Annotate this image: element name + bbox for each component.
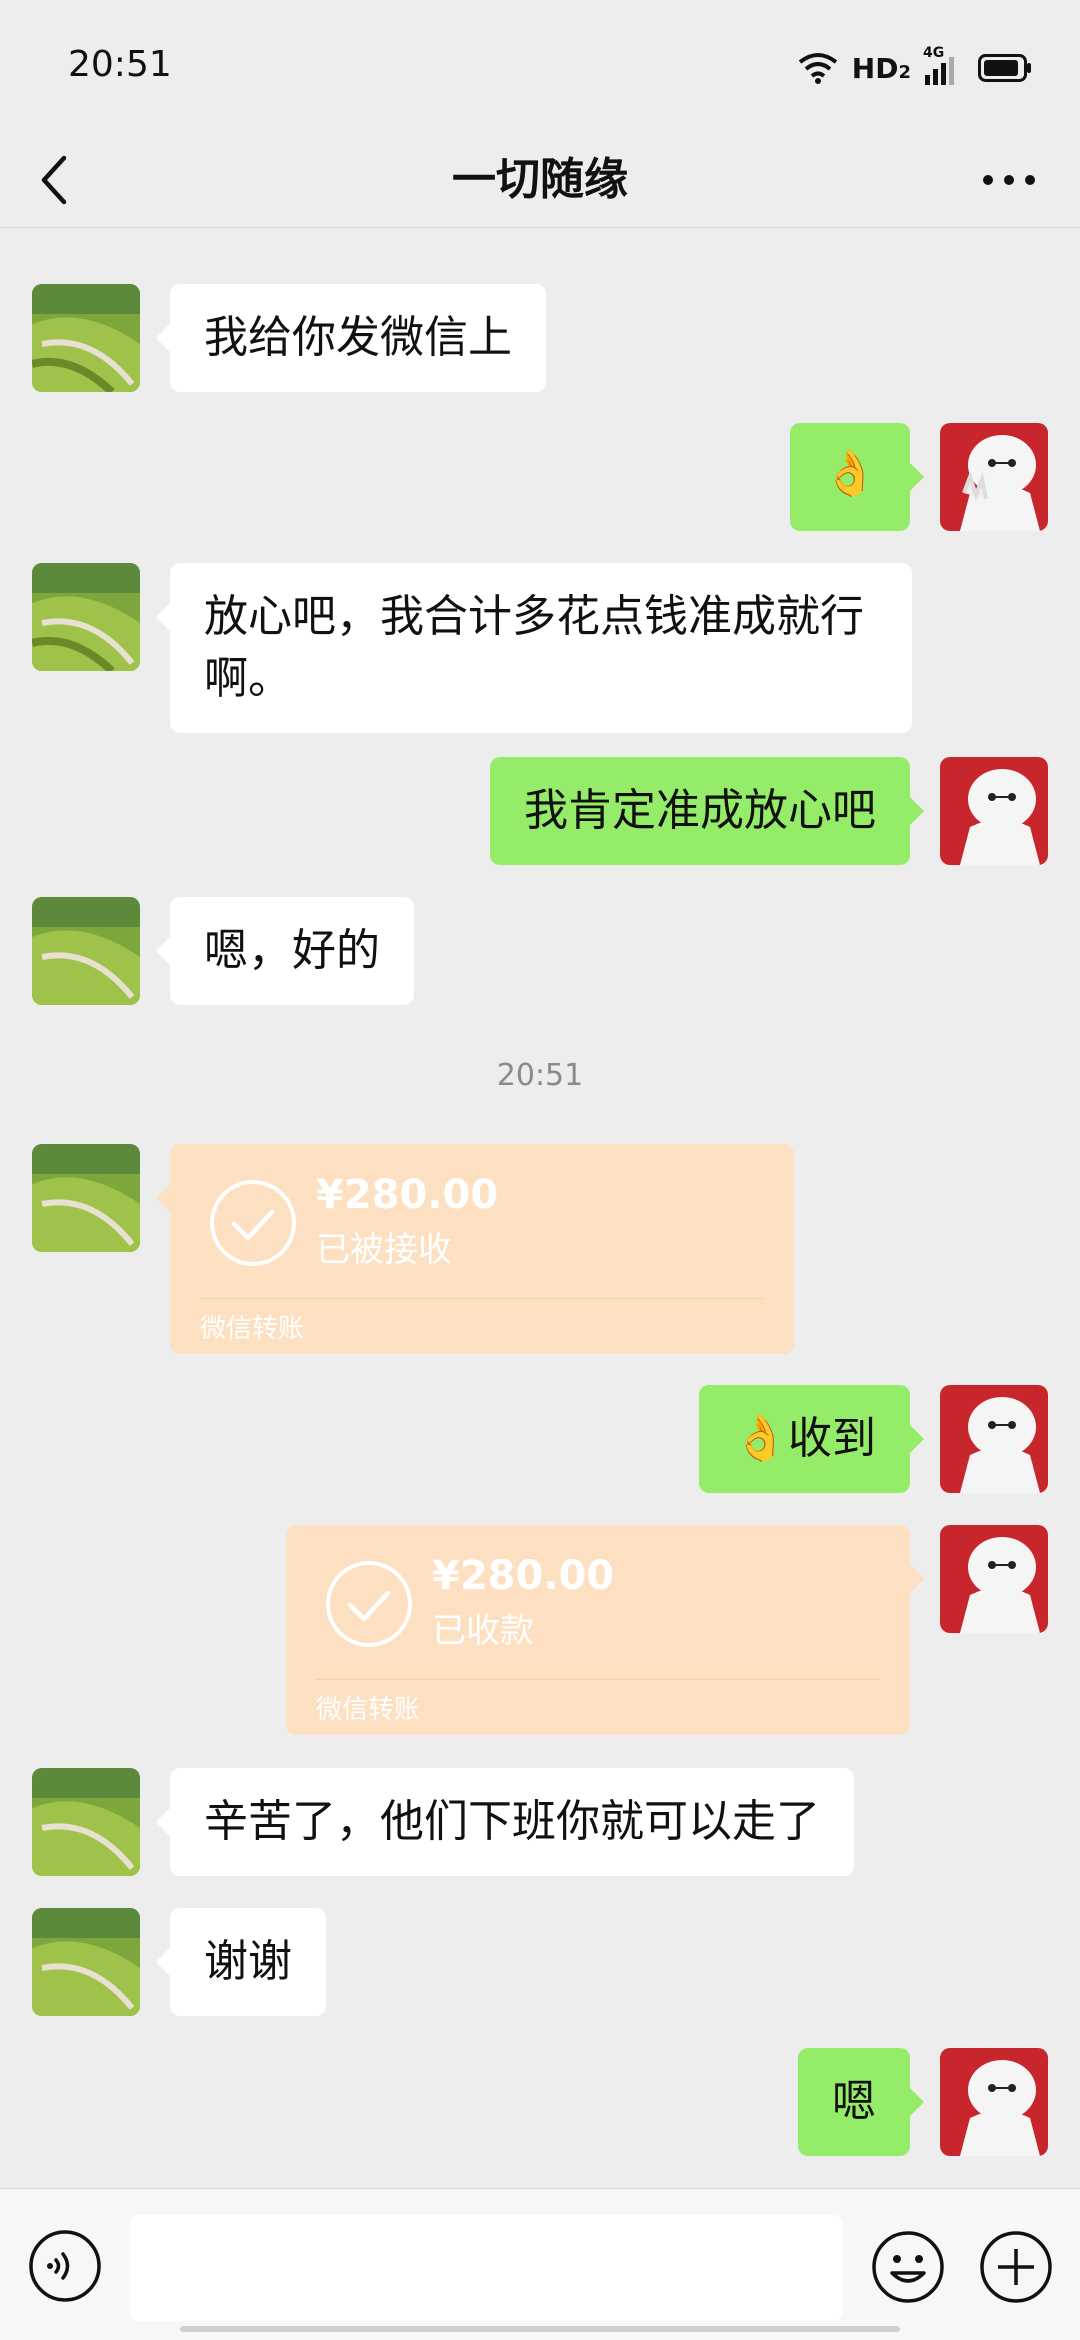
my-avatar[interactable] [940,2048,1048,2156]
my-avatar[interactable] [940,1525,1048,1633]
divider [316,1679,880,1680]
input-bar [0,2188,1080,2340]
contact-avatar[interactable] [32,284,140,392]
voice-icon[interactable] [28,2229,102,2303]
message-bubble-sent[interactable]: 嗯 [798,2048,924,2156]
message-text: 谢谢 [204,1936,292,1987]
my-avatar[interactable] [940,757,1048,865]
transfer-footer: 微信转账 [200,1314,305,1344]
chat-title: 一切随缘 [452,154,628,205]
message-bubble-received[interactable]: 辛苦了，他们下班你就可以走了 [156,1768,854,1876]
emoji-ok-hand: 👌 [822,448,878,499]
contact-avatar[interactable] [32,897,140,1005]
check-circle-icon [326,1561,412,1647]
message-bubble-received[interactable]: 我给你发微信上 [156,284,546,392]
divider [200,1298,764,1299]
message-bubble-sent[interactable]: 👌 [790,423,924,531]
message-bubble-sent[interactable]: 我肯定准成放心吧 [490,757,924,865]
network-label: HD2 [851,51,911,85]
transfer-amount: ¥280.00 [316,1172,499,1218]
plus-icon[interactable] [978,2229,1054,2305]
message-text: 我肯定准成放心吧 [524,785,876,836]
home-indicator[interactable] [180,2326,900,2332]
transfer-status: 已被接收 [316,1230,452,1270]
contact-avatar[interactable] [32,1768,140,1876]
signal-icon: 4G [923,45,954,85]
emoji-icon[interactable] [870,2229,946,2305]
status-icons: HD2 4G [798,45,1032,88]
message-text: 辛苦了，他们下班你就可以走了 [204,1796,820,1847]
transfer-footer: 微信转账 [316,1695,421,1725]
contact-avatar[interactable] [32,1144,140,1252]
message-text: 我给你发微信上 [204,312,512,363]
message-text: 嗯 [832,2076,876,2127]
transfer-card-sent[interactable]: ¥280.00 已收款 微信转账 [286,1525,924,1735]
message-text: 放心吧，我合计多花点钱准成就行 [204,591,864,642]
check-circle-icon [210,1180,296,1266]
wifi-icon [798,53,838,84]
contact-avatar[interactable] [32,563,140,671]
message-input[interactable] [130,2215,842,2321]
battery-icon [978,54,1031,82]
more-icon[interactable] [974,150,1044,210]
message-text: 啊。 [204,653,292,704]
message-text: 嗯，好的 [204,925,380,976]
my-avatar[interactable] [940,1385,1048,1493]
transfer-card-received[interactable]: ¥280.00 已被接收 微信转账 [156,1144,794,1354]
transfer-amount: ¥280.00 [432,1553,615,1599]
transfer-status: 已收款 [432,1611,534,1651]
status-bar: 20:51 HD2 4G [0,0,1080,132]
status-time: 20:51 [68,44,172,85]
my-avatar[interactable] [940,423,1048,531]
message-text: 👌收到 [733,1413,876,1464]
chat-area[interactable]: 我给你发微信上 👌 放心吧，我合计多花点钱准成就行 啊。 我肯定准成放心吧 嗯，… [0,228,1080,2188]
message-bubble-received[interactable]: 嗯，好的 [156,897,414,1005]
message-bubble-received[interactable]: 放心吧，我合计多花点钱准成就行 啊。 [156,563,912,733]
contact-avatar[interactable] [32,1908,140,2016]
message-bubble-received[interactable]: 谢谢 [156,1908,326,2016]
message-bubble-sent[interactable]: 👌收到 [699,1385,924,1493]
nav-bar: 一切随缘 [0,132,1080,228]
message-timestamp: 20:51 [496,1058,584,1093]
